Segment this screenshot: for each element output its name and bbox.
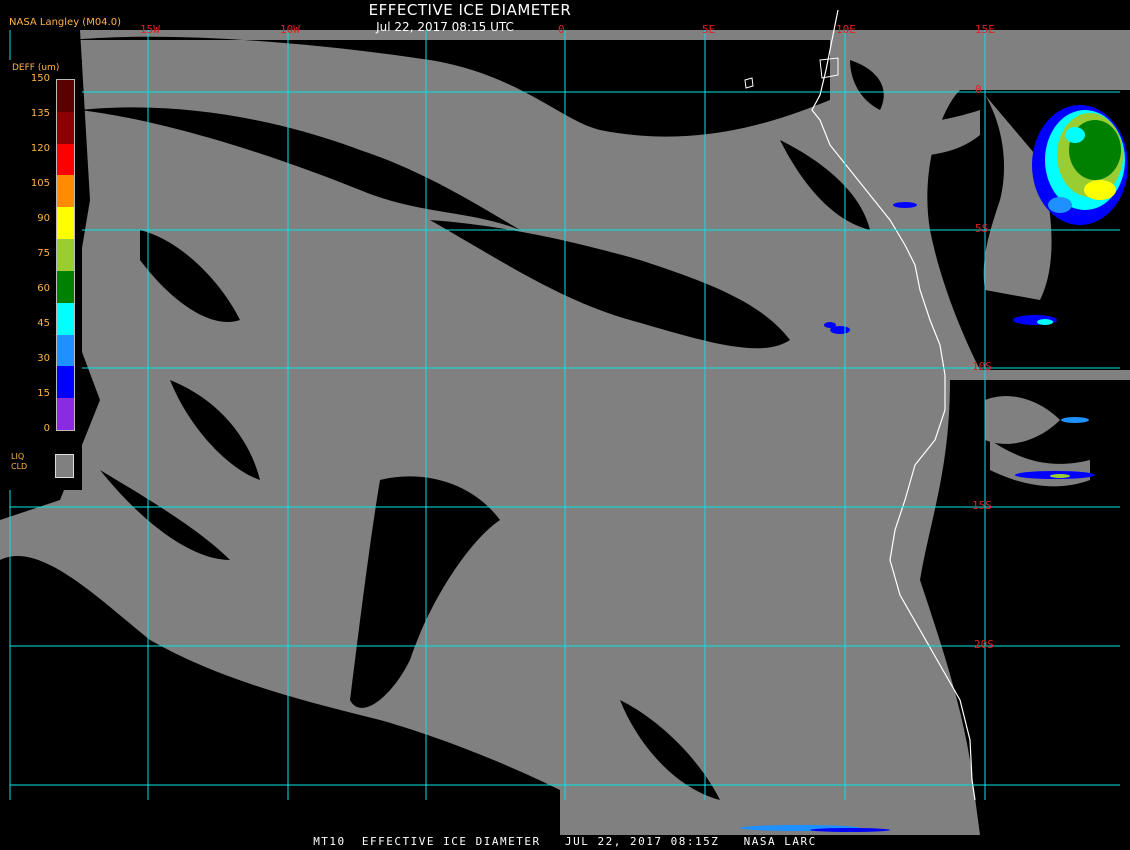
longitude-label: 10E: [836, 23, 856, 36]
legend-tick-label: 135: [30, 108, 50, 119]
legend-color-segment: [57, 366, 74, 399]
legend-tick-label: 120: [30, 143, 50, 154]
legend-color-segment: [57, 398, 74, 431]
liquid-cloud-swatch: [55, 454, 74, 478]
footer-caption: MT10 EFFECTIVE ICE DIAMETER JUL 22, 2017…: [313, 835, 817, 848]
longitude-label: 10W: [280, 23, 300, 36]
provider-label: NASA Langley (M04.0): [9, 17, 121, 28]
legend-tick-label: 60: [37, 283, 50, 294]
legend-unit: DEFF (um): [12, 63, 60, 73]
ice-cloud-cluster: [1032, 105, 1128, 225]
legend-tick-label: 0: [43, 423, 50, 434]
latitude-label: 0: [975, 83, 982, 96]
legend-color-segment: [57, 334, 74, 367]
legend-tick-label: 30: [37, 353, 50, 364]
legend-color-segment: [57, 80, 74, 113]
legend-color-bar: [56, 79, 75, 431]
liquid-cloud-label: LIQ CLD: [11, 452, 27, 472]
latitude-label: 10S: [972, 360, 992, 373]
latitude-label: 5S: [975, 222, 989, 235]
longitude-label: 15E: [975, 23, 995, 36]
legend-tick-label: 75: [37, 248, 50, 259]
legend-tick-label: 150: [30, 73, 50, 84]
legend-color-segment: [57, 239, 74, 272]
longitude-label: 0: [558, 23, 565, 36]
latitude-label: 20S: [974, 638, 994, 651]
legend-color-segment: [57, 143, 74, 176]
legend-tick-label: 45: [37, 318, 50, 329]
latitude-label: 15S: [972, 499, 992, 512]
satellite-map: [0, 9, 1130, 850]
legend-tick-label: 105: [30, 178, 50, 189]
legend-color-segment: [57, 175, 74, 208]
legend-color-segment: [57, 270, 74, 304]
liquid-label-line1: LIQ: [11, 452, 25, 461]
legend-tick-label: 90: [37, 213, 50, 224]
map-title: EFFECTIVE ICE DIAMETER: [368, 1, 572, 19]
legend-color-segment: [57, 207, 74, 240]
liquid-label-line2: CLD: [11, 462, 28, 471]
legend-tick-label: 15: [37, 388, 50, 399]
longitude-label: 15W: [140, 23, 160, 36]
legend-color-segment: [57, 111, 74, 145]
color-legend: DEFF (um) 150 135 120 105 90 75 60 45 30 15 0 LIQ …: [7, 60, 82, 490]
legend-color-segment: [57, 302, 74, 336]
longitude-label: 5E: [702, 23, 716, 36]
map-date: Jul 22, 2017 08:15 UTC: [376, 20, 514, 34]
